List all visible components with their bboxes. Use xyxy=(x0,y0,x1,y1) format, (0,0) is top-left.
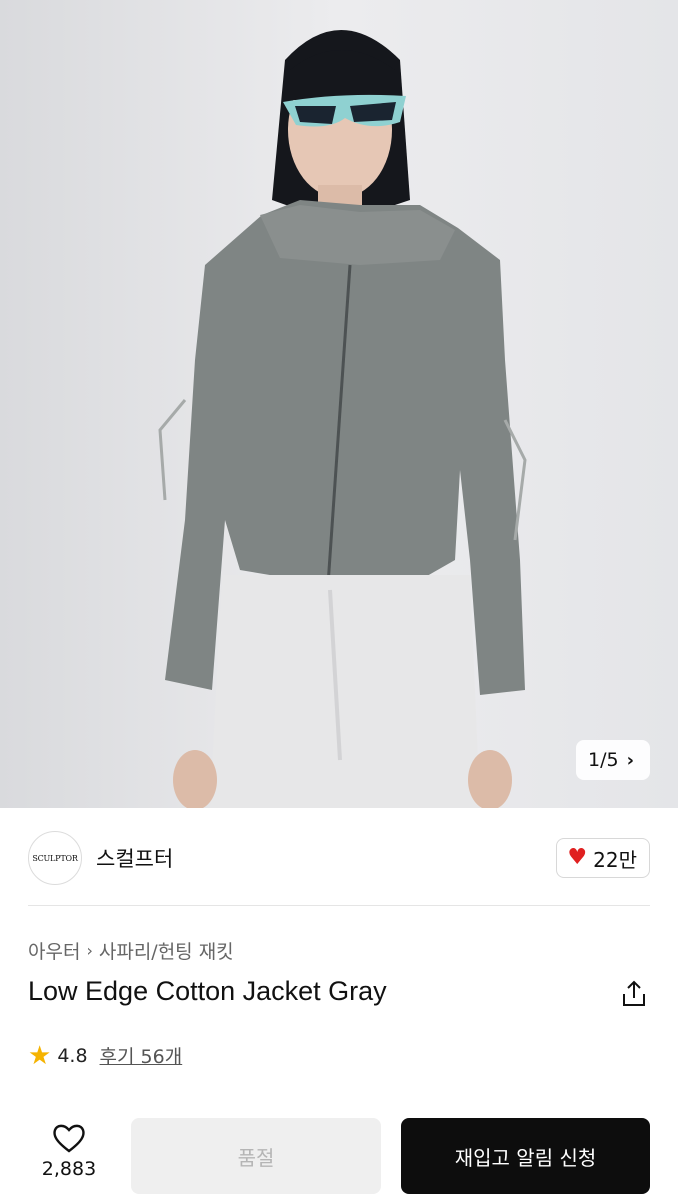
breadcrumb-subcategory[interactable]: 사파리/헌팅 재킷 xyxy=(99,937,234,964)
chevron-right-icon: › xyxy=(626,749,634,771)
breadcrumb: 아우터 › 사파리/헌팅 재킷 xyxy=(28,937,234,964)
rating-value: 4.8 xyxy=(57,1044,88,1067)
brand-logo-text: SCULPTOR xyxy=(32,853,78,863)
product-title: Low Edge Cotton Jacket Gray xyxy=(28,976,387,1006)
heart-filled-icon: ♥ xyxy=(567,845,588,870)
soldout-button[interactable]: 품절 xyxy=(131,1118,381,1194)
breadcrumb-category[interactable]: 아우터 xyxy=(28,937,80,964)
share-icon[interactable] xyxy=(618,978,650,1010)
star-icon: ★ xyxy=(28,1040,52,1071)
brand-logo[interactable]: SCULPTOR xyxy=(28,831,82,885)
divider xyxy=(28,905,650,906)
bottom-action-bar: 2,883 품절 재입고 알림 신청 xyxy=(0,1108,678,1200)
chevron-right-icon: › xyxy=(86,941,93,960)
reviews-link[interactable]: 후기 56개 xyxy=(100,1042,183,1069)
wish-count: 2,883 xyxy=(41,1158,97,1180)
product-photo xyxy=(0,0,678,808)
rating-row: ★ 4.8 후기 56개 xyxy=(28,1042,182,1069)
pager-count: 1/5 xyxy=(588,749,619,771)
brand-row: SCULPTOR 스컬프터 ♥ 22만 xyxy=(28,830,650,886)
wish-button[interactable]: 2,883 xyxy=(28,1122,110,1180)
brand-name[interactable]: 스컬프터 xyxy=(96,843,173,873)
heart-outline-icon xyxy=(53,1124,85,1153)
restock-alert-button[interactable]: 재입고 알림 신청 xyxy=(401,1118,650,1194)
brand-like-count: 22만 xyxy=(593,847,637,872)
product-image-carousel[interactable]: 1/5 › xyxy=(0,0,678,808)
image-pager[interactable]: 1/5 › xyxy=(576,740,650,780)
brand-like-button[interactable]: ♥ 22만 xyxy=(556,838,650,878)
